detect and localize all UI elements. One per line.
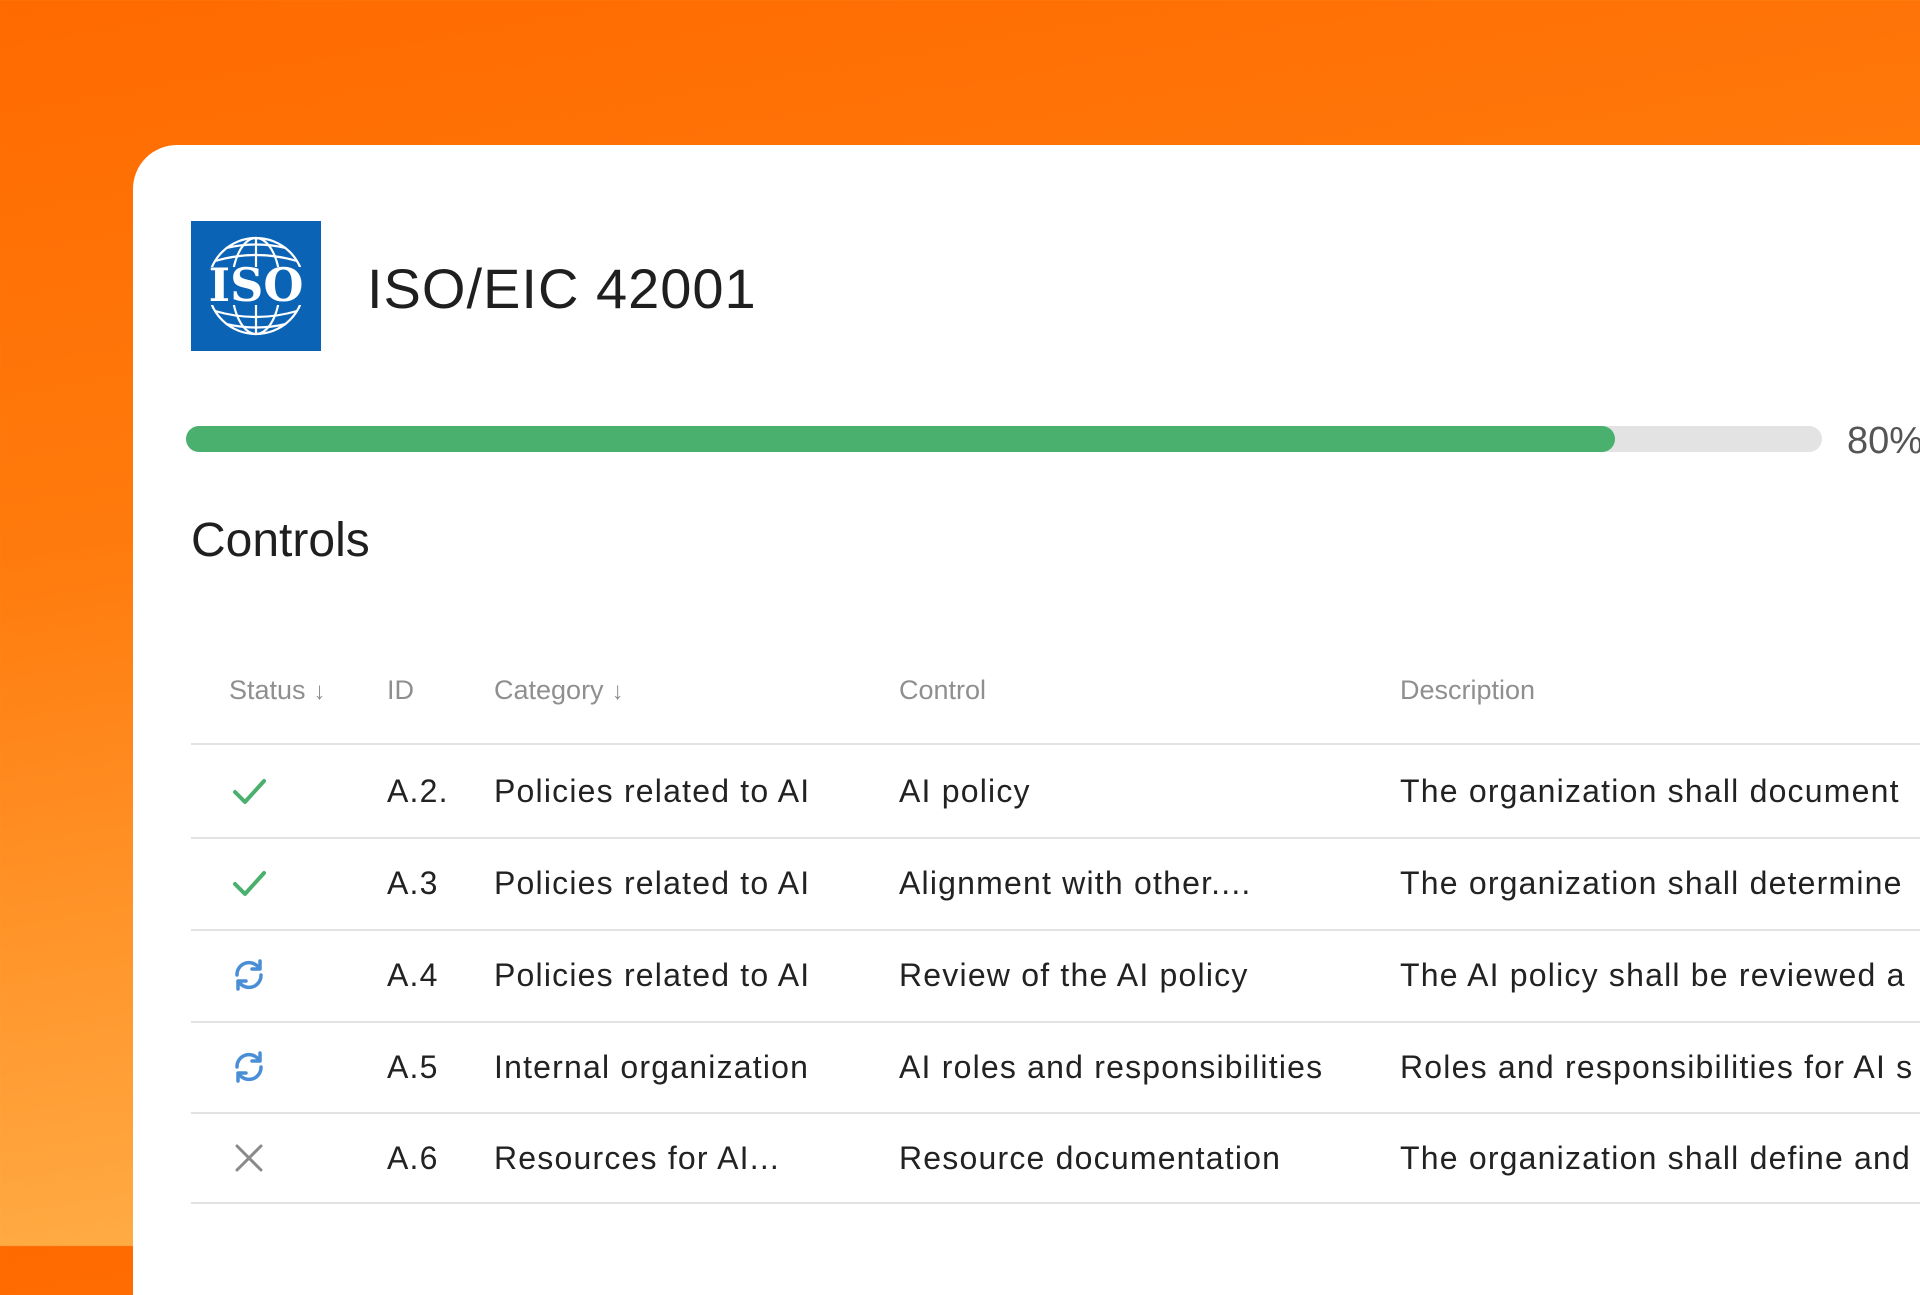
- row-control: Resource documentation: [899, 1140, 1282, 1176]
- close-icon: [235, 1144, 263, 1172]
- row-control: AI roles and responsibilities: [899, 1049, 1324, 1085]
- progress-bar: [186, 426, 1822, 452]
- svg-text:ISO: ISO: [209, 258, 304, 312]
- id-header-label: ID: [387, 675, 414, 705]
- row-description: The organization shall document: [1400, 773, 1900, 809]
- row-id: A.2.: [387, 773, 449, 809]
- sync-icon: [235, 959, 263, 991]
- row-category: Policies related to AI: [494, 865, 811, 901]
- row-control: AI policy: [899, 773, 1031, 809]
- description-header-label: Description: [1400, 675, 1536, 705]
- progress-fill: [186, 426, 1615, 452]
- row-id: A.3: [387, 865, 439, 901]
- row-control: Alignment with other....: [899, 865, 1252, 901]
- description-column-header[interactable]: Description: [1400, 675, 1535, 706]
- table-row[interactable]: A.4 Policies related to AI Review of the…: [191, 930, 1920, 1021]
- control-header-label: Control: [899, 675, 987, 705]
- row-id: A.6: [387, 1140, 439, 1176]
- status-header-label: Status: [229, 675, 306, 705]
- status-column-header[interactable]: Status ↓: [229, 675, 326, 706]
- row-category: Policies related to AI: [494, 957, 811, 993]
- controls-heading: Controls: [191, 514, 370, 567]
- check-icon: [233, 779, 266, 804]
- category-header-label: Category: [494, 675, 604, 705]
- table-row[interactable]: A.6 Resources for AI... Resource documen…: [191, 1113, 1920, 1204]
- iso-logo: ISO: [191, 221, 321, 351]
- page-title: ISO/EIC 42001: [367, 257, 757, 320]
- table-row[interactable]: A.2. Policies related to AI AI policy Th…: [191, 746, 1920, 837]
- sort-down-icon: ↓: [611, 678, 624, 705]
- progress-percent: 80%: [1847, 420, 1920, 462]
- row-divider: [191, 1202, 1920, 1204]
- sync-icon: [235, 1051, 263, 1083]
- row-control: Review of the AI policy: [899, 957, 1249, 993]
- row-description: The AI policy shall be reviewed a: [1400, 957, 1906, 993]
- row-divider: [191, 743, 1920, 745]
- id-column-header[interactable]: ID: [387, 675, 414, 706]
- table-row[interactable]: A.3 Policies related to AI Alignment wit…: [191, 838, 1920, 929]
- table-row[interactable]: A.5 Internal organization AI roles and r…: [191, 1022, 1920, 1113]
- row-description: The organization shall determine: [1400, 865, 1903, 901]
- sort-down-icon: ↓: [313, 678, 326, 705]
- row-id: A.5: [387, 1049, 439, 1085]
- row-description: Roles and responsibilities for AI s: [1400, 1049, 1914, 1085]
- row-category: Policies related to AI: [494, 773, 811, 809]
- check-icon: [233, 871, 266, 896]
- row-category: Resources for AI...: [494, 1140, 781, 1176]
- control-column-header[interactable]: Control: [899, 675, 986, 706]
- row-description: The organization shall define and: [1400, 1140, 1912, 1176]
- category-column-header[interactable]: Category ↓: [494, 675, 624, 706]
- row-id: A.4: [387, 957, 439, 993]
- row-category: Internal organization: [494, 1049, 810, 1085]
